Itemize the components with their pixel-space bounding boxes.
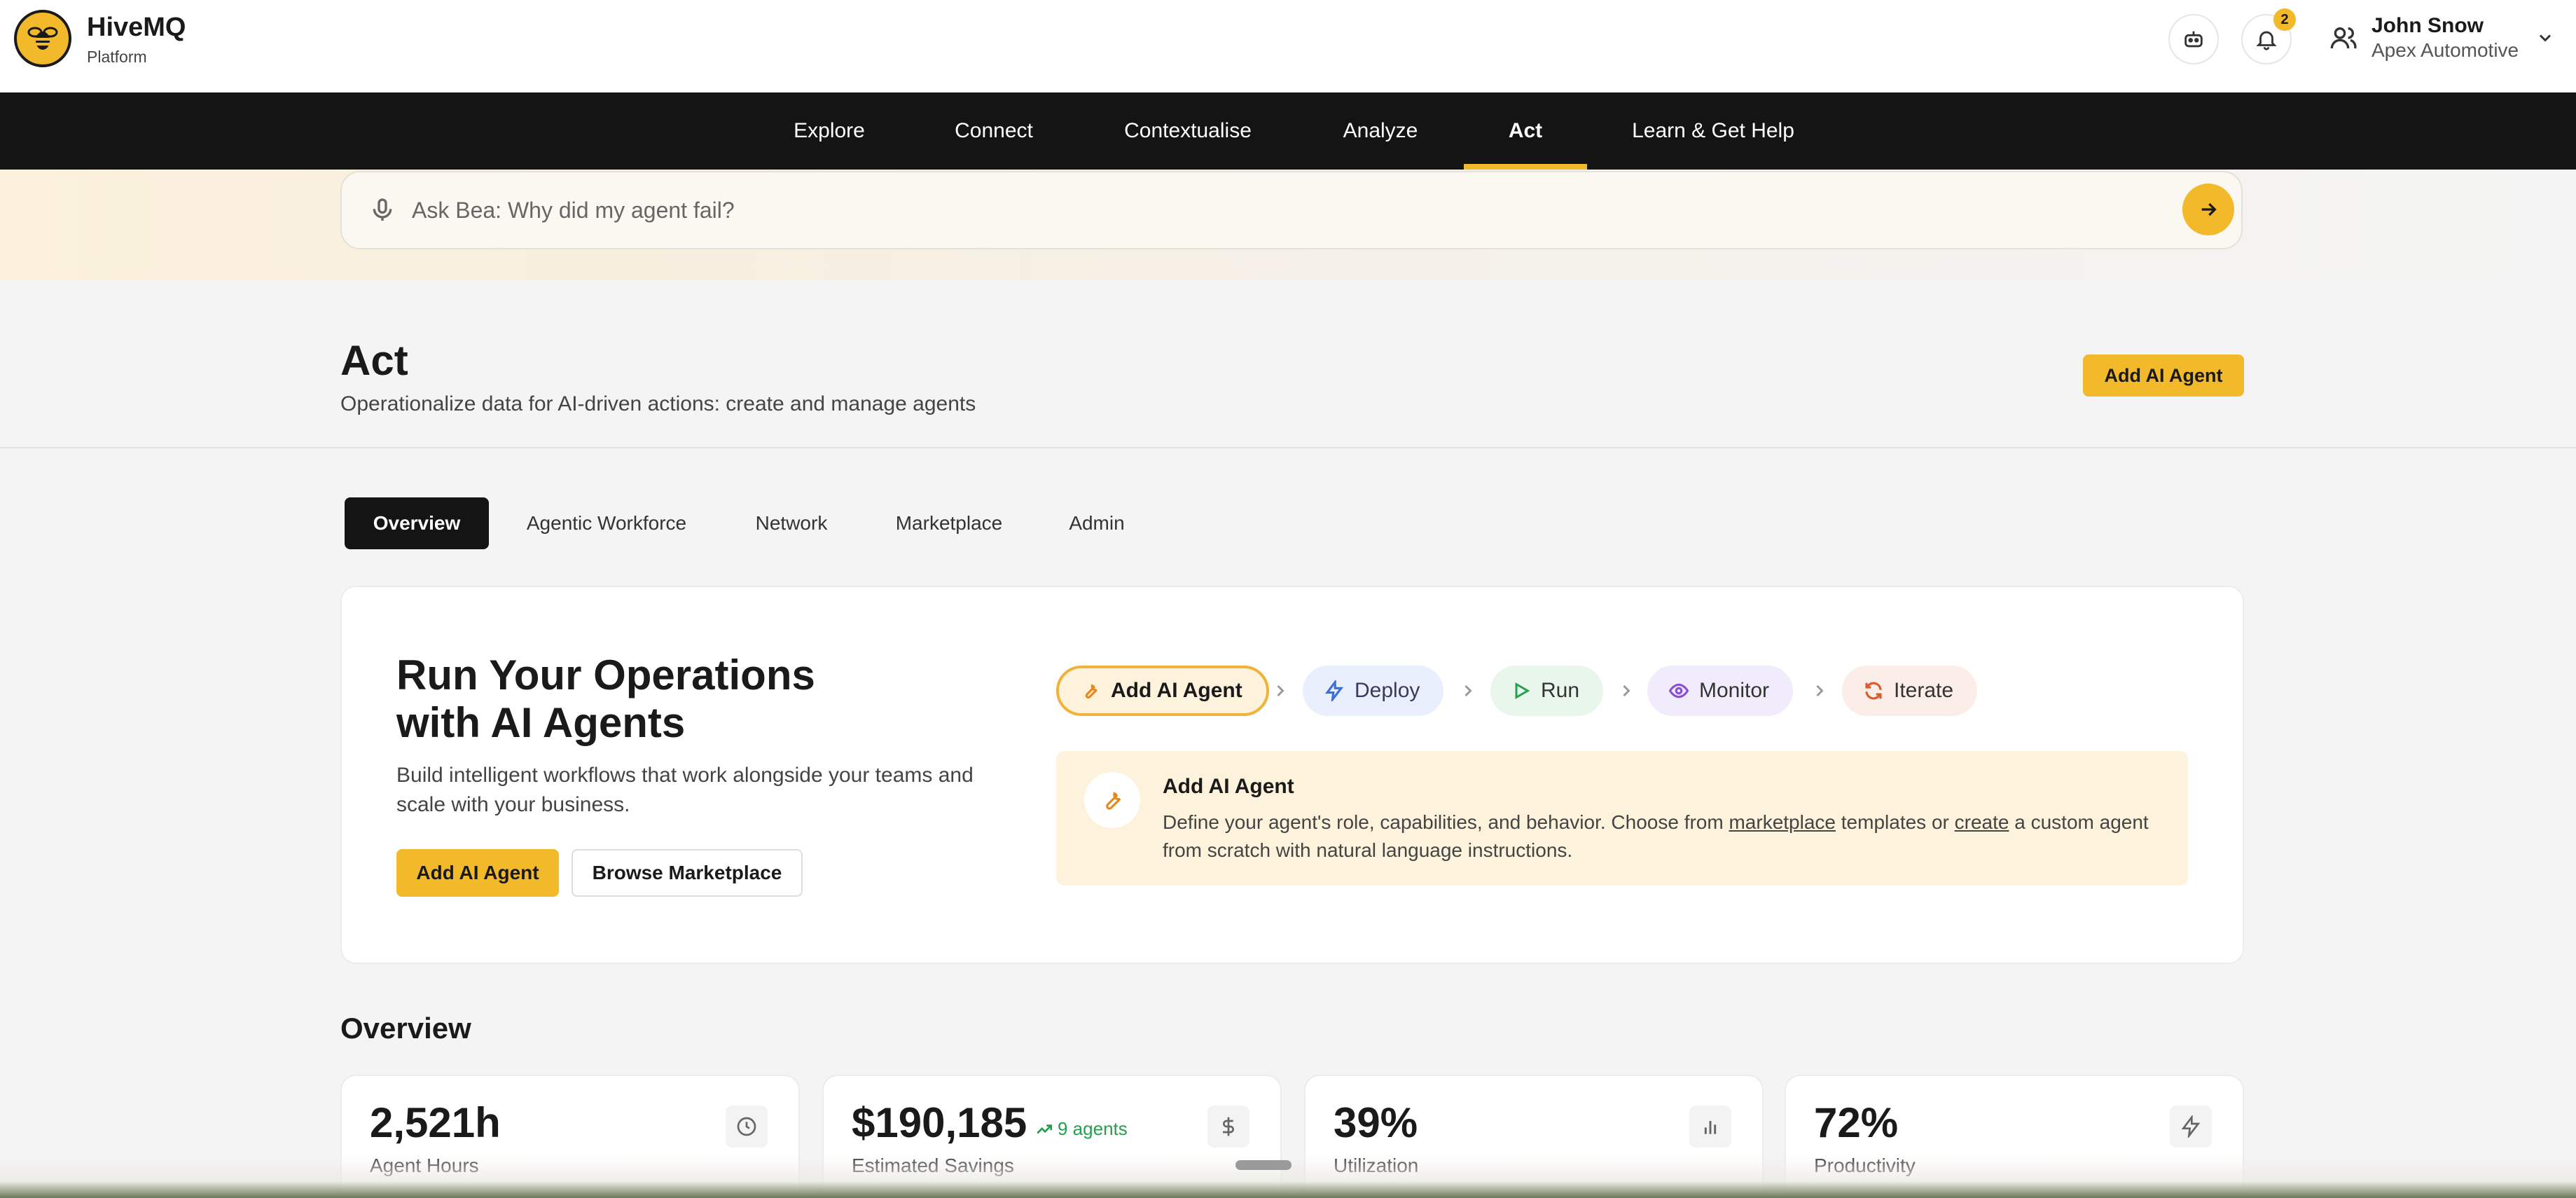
header-divider (0, 447, 2576, 448)
create-link[interactable]: create (1955, 811, 2009, 833)
hero-add-ai-agent-button[interactable]: Add AI Agent (396, 849, 559, 897)
notification-badge: 2 (2273, 8, 2296, 31)
step-monitor[interactable]: Monitor (1647, 666, 1794, 716)
info-text-part: Define your agent's role, capabilities, … (1163, 811, 1729, 833)
ask-send-button[interactable] (2182, 184, 2234, 235)
step-add-ai-agent[interactable]: Add AI Agent (1056, 666, 1269, 716)
play-icon (1515, 682, 1530, 699)
clock-icon (737, 1117, 756, 1136)
assistant-button[interactable] (2168, 14, 2219, 64)
stat-value: 72% (1814, 1099, 1899, 1146)
chevron-right-icon (1623, 684, 1630, 697)
eye-icon (1668, 683, 1689, 698)
stat-label: Productivity (1814, 1155, 1916, 1176)
stat-label: Agent Hours (370, 1155, 479, 1176)
ask-bea-input[interactable] (412, 189, 2163, 231)
stat-trend: 9 agents (1035, 1118, 1128, 1140)
step-label: Deploy (1355, 679, 1420, 702)
stat-icon-box (1207, 1106, 1249, 1148)
main-nav (0, 92, 2576, 170)
hero-title-line-1: Run Your Operations (396, 652, 815, 698)
step-iterate[interactable]: Iterate (1842, 666, 1978, 716)
step-label: Monitor (1699, 679, 1770, 702)
nav-contextualise[interactable]: Contextualise (1114, 92, 1262, 170)
chevron-right-icon (1464, 684, 1472, 697)
nav-active-indicator (1464, 164, 1587, 170)
arrow-right-icon (2201, 202, 2217, 216)
bolt-icon (2181, 1115, 2201, 1138)
info-icon-circle (1084, 772, 1140, 828)
nav-learn-get-help[interactable]: Learn & Get Help (1622, 92, 1804, 170)
tab-marketplace[interactable]: Marketplace (873, 497, 1025, 549)
info-text: Define your agent's role, capabilities, … (1163, 808, 2157, 865)
user-icon[interactable] (2329, 24, 2357, 52)
stat-value: 2,521h (370, 1099, 501, 1146)
stat-icon-box (726, 1106, 768, 1148)
tab-network[interactable]: Network (731, 497, 852, 549)
step-label: Iterate (1894, 679, 1954, 702)
stat-icon-box (2170, 1106, 2212, 1148)
stat-icon-box (1689, 1106, 1731, 1148)
nav-explore[interactable]: Explore (777, 92, 881, 170)
hero-description: Build intelligent workflows that work al… (396, 764, 974, 816)
bolt-icon (1324, 680, 1344, 701)
tab-agentic-workforce[interactable]: Agentic Workforce (503, 497, 710, 549)
refresh-icon (1865, 682, 1882, 700)
add-ai-agent-button[interactable]: Add AI Agent (2083, 354, 2244, 397)
wrench-icon (1106, 792, 1121, 810)
stat-label: Estimated Savings (852, 1155, 1014, 1176)
tab-overview[interactable]: Overview (345, 497, 489, 549)
hero-title-line-2: with AI Agents (396, 699, 686, 746)
stat-trend-label: 9 agents (1058, 1118, 1128, 1139)
bee-icon (27, 27, 58, 50)
scroll-handle[interactable] (1235, 1160, 1292, 1170)
overview-heading: Overview (340, 1012, 471, 1045)
stat-value: 39% (1334, 1099, 1418, 1146)
wrench-icon (1085, 684, 1097, 699)
bell-icon (2256, 31, 2277, 50)
step-label: Add AI Agent (1111, 679, 1242, 702)
step-label: Run (1541, 679, 1580, 702)
step-deploy[interactable]: Deploy (1303, 666, 1444, 716)
info-text-part: templates or (1836, 811, 1955, 833)
chevron-right-icon (1816, 684, 1824, 697)
chevron-down-icon[interactable] (2535, 28, 2555, 48)
page-title: Act (340, 337, 408, 384)
robot-icon (2184, 31, 2203, 48)
stat-value: $190,185 (852, 1099, 1027, 1146)
step-run[interactable]: Run (1490, 666, 1604, 716)
chevron-right-icon (1277, 684, 1284, 697)
brand-name: HiveMQ (87, 13, 186, 42)
tab-admin[interactable]: Admin (1046, 497, 1147, 549)
nav-act[interactable]: Act (1478, 92, 1573, 170)
browse-marketplace-button[interactable]: Browse Marketplace (572, 849, 803, 897)
dollar-icon (1223, 1117, 1234, 1136)
hero-title: Run Your Operations with AI Agents (396, 652, 1027, 747)
brand-subtitle: Platform (87, 48, 147, 66)
hivemq-logo[interactable] (14, 10, 71, 67)
info-title: Add AI Agent (1163, 775, 1294, 798)
bar-chart-icon (1704, 1121, 1717, 1134)
marketplace-link[interactable]: marketplace (1729, 811, 1836, 833)
user-name[interactable]: John Snow (2371, 14, 2484, 38)
nav-analyze[interactable]: Analyze (1331, 92, 1430, 170)
microphone-icon[interactable] (368, 196, 396, 224)
trending-up-icon (1037, 1124, 1053, 1134)
page-subtitle: Operationalize data for AI-driven action… (340, 392, 976, 415)
stat-label: Utilization (1334, 1155, 1419, 1176)
nav-connect[interactable]: Connect (941, 92, 1046, 170)
user-organization: Apex Automotive (2371, 39, 2519, 61)
